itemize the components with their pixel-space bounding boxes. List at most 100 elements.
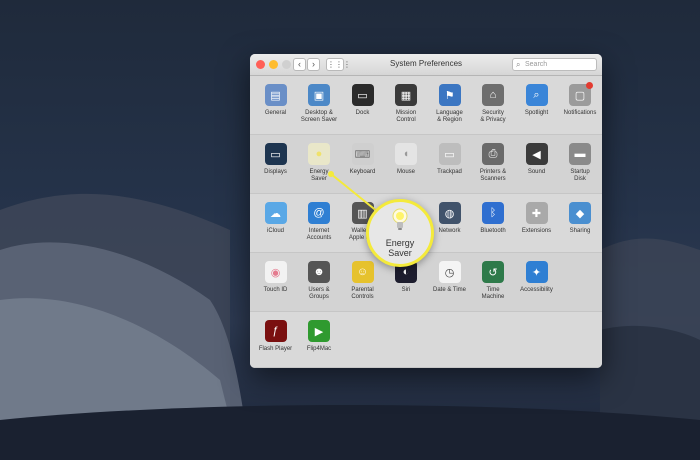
pane-label: Flip4Mac [306, 346, 332, 352]
desktop-icon-glyph: ▣ [313, 89, 325, 102]
pane-label: Keyboard [349, 169, 376, 175]
pane-label: Energy Saver [309, 169, 329, 182]
pane-bluetooth[interactable]: ᛒ Bluetooth [472, 202, 515, 235]
mouse-icon-glyph: ◖ [402, 148, 410, 160]
wallet-icon-glyph: ▥ [357, 207, 368, 220]
pane-users-groups[interactable]: ☻ Users & Groups [298, 261, 341, 301]
pane-label: Mouse [396, 169, 415, 175]
clock-icon: ◷ [438, 261, 461, 283]
notifications-icon-glyph: ▢ [574, 89, 586, 102]
magnifier-icon: ⌕ [525, 84, 548, 106]
flag-icon: ⚑ [438, 84, 461, 106]
trackpad-icon: ▭ [438, 143, 461, 165]
pane-label: Security & Privacy [480, 110, 506, 123]
pane-flash-player[interactable]: ƒ Flash Player [254, 320, 297, 353]
pane-security-privacy[interactable]: ⌂ Security & Privacy [472, 84, 515, 124]
users-icon: ☻ [308, 261, 330, 283]
pane-parental-controls[interactable]: ☺ Parental Controls [341, 261, 384, 301]
disk-icon: ▬ [569, 143, 591, 165]
pane-desktop-screen-saver[interactable]: ▣ Desktop & Screen Saver [298, 84, 341, 124]
play-icon-glyph: ▶ [314, 325, 324, 338]
search-icon: ⌕ [516, 60, 521, 69]
preferences-section-4: ◉ Touch ID ☻ Users & Groups ☺ Parental Contro… [250, 253, 602, 312]
globe-icon: ◍ [438, 202, 461, 224]
pane-network[interactable]: ◍ Network [428, 202, 471, 235]
pane-label: Touch ID [263, 287, 288, 293]
mission-control-icon: ▦ [395, 84, 417, 106]
flash-icon: ƒ [264, 320, 287, 342]
pane-date-time[interactable]: ◷ Date & Time [428, 261, 471, 294]
pane-sharing[interactable]: ◆ Sharing [559, 202, 602, 235]
pane-label: Displays [264, 169, 287, 175]
pane-label: Printers & Scanners [479, 169, 507, 182]
parental-icon-glyph: ☺ [356, 266, 369, 278]
pane-icloud[interactable]: ☁ iCloud [254, 202, 297, 235]
pane-printers-scanners[interactable]: ⎙ Printers & Scanners [472, 143, 515, 183]
disk-icon-glyph: ▬ [574, 148, 586, 160]
pane-internet-accounts[interactable]: @ Internet Accounts [298, 202, 341, 242]
pane-displays[interactable]: ▭ Displays [254, 143, 297, 176]
pane-mouse[interactable]: ◖ Mouse [385, 143, 428, 176]
cloud-icon-glyph: ☁ [270, 207, 281, 220]
pane-label: Flash Player [258, 346, 293, 352]
sharing-icon: ◆ [569, 202, 591, 224]
pane-flip4mac[interactable]: ▶ Flip4Mac [298, 320, 341, 353]
time-machine-icon: ↺ [482, 261, 504, 283]
pane-label: Parental Controls [351, 287, 374, 300]
pane-notifications[interactable]: ▢ Notifications [559, 82, 602, 117]
speaker-icon: ◀ [525, 143, 548, 165]
notifications-icon: ▢ [569, 82, 593, 106]
pane-sound[interactable]: ◀ Sound [515, 143, 558, 176]
window-titlebar: ‹ › ⋮⋮⋮ System Preferences ⌕ Search [250, 54, 602, 76]
preferences-section-5: ƒ Flash Player ▶ Flip4Mac [250, 312, 602, 368]
pane-language-region[interactable]: ⚑ Language & Region [428, 84, 471, 124]
pane-startup-disk[interactable]: ▬ Startup Disk [559, 143, 602, 183]
cloud-icon: ☁ [264, 202, 287, 224]
parental-icon: ☺ [351, 261, 374, 283]
pane-label: Desktop & Screen Saver [300, 110, 338, 123]
search-input[interactable]: ⌕ Search [512, 58, 597, 71]
trackpad-icon-glyph: ▭ [444, 148, 455, 161]
sharing-icon-glyph: ◆ [575, 207, 585, 220]
pane-label: Sound [527, 169, 546, 175]
pane-extensions[interactable]: ✚ Extensions [515, 202, 558, 235]
pane-label: Mission Control [395, 110, 417, 123]
house-lock-icon-glyph: ⌂ [489, 89, 497, 101]
pane-trackpad[interactable]: ▭ Trackpad [428, 143, 471, 176]
mouse-icon: ◖ [395, 143, 417, 165]
flash-icon-glyph: ƒ [272, 325, 279, 337]
keyboard-icon-glyph: ⌨ [354, 148, 371, 161]
globe-icon-glyph: ◍ [444, 207, 455, 220]
pane-label: General [264, 110, 287, 116]
pane-energy-saver[interactable]: ● Energy Saver [298, 143, 341, 183]
pane-label: Language & Region [436, 110, 463, 123]
general-icon-glyph: ▤ [270, 89, 281, 102]
play-icon: ▶ [308, 320, 330, 342]
house-lock-icon: ⌂ [482, 84, 504, 106]
bluetooth-icon: ᛒ [482, 202, 504, 224]
pane-label: Extensions [521, 228, 552, 234]
time-machine-icon-glyph: ↺ [488, 266, 498, 279]
pane-general[interactable]: ▤ General [254, 84, 297, 117]
monitor-icon-glyph: ▭ [270, 148, 281, 161]
pane-dock[interactable]: ▭ Dock [341, 84, 384, 117]
pane-time-machine[interactable]: ↺ Time Machine [472, 261, 515, 301]
speaker-icon-glyph: ◀ [532, 148, 541, 161]
desktop-icon: ▣ [308, 84, 330, 106]
pane-label: Network [438, 228, 461, 234]
pane-label: Notifications [563, 110, 597, 116]
keyboard-icon: ⌨ [351, 143, 374, 165]
pane-spotlight[interactable]: ⌕ Spotlight [515, 84, 558, 117]
pane-label: Internet Accounts [306, 228, 332, 241]
accessibility-icon: ✦ [525, 261, 548, 283]
pane-mission-control[interactable]: ▦ Mission Control [385, 84, 428, 124]
bluetooth-icon-glyph: ᛒ [489, 207, 497, 219]
pane-label: Accessibility [520, 287, 553, 293]
lightbulb-icon-glyph: ● [315, 148, 323, 160]
fingerprint-icon: ◉ [264, 261, 287, 283]
general-icon: ▤ [264, 84, 287, 106]
pane-accessibility[interactable]: ✦ Accessibility [515, 261, 558, 294]
lightbulb-icon [392, 208, 408, 230]
pane-touch-id[interactable]: ◉ Touch ID [254, 261, 297, 294]
pane-keyboard[interactable]: ⌨ Keyboard [341, 143, 384, 176]
